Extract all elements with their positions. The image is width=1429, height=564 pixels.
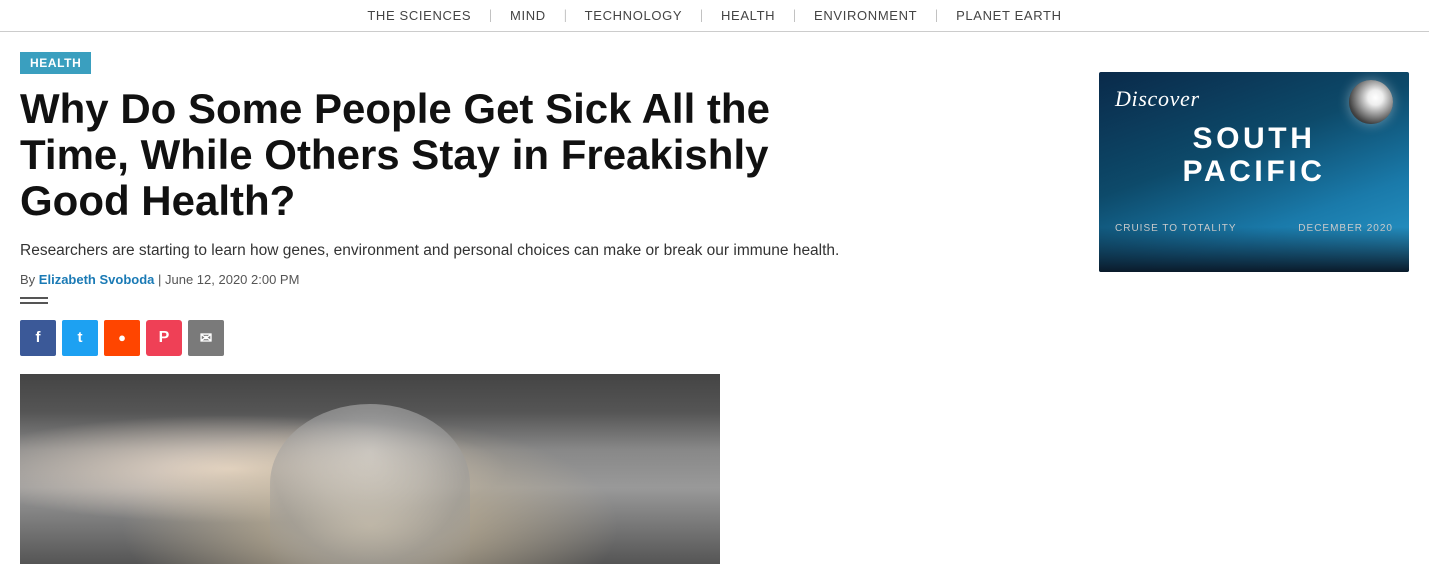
divider-lines bbox=[20, 297, 1069, 304]
divider-line-1 bbox=[20, 297, 48, 299]
ad-pacific-label: PACIFIC bbox=[1099, 155, 1409, 188]
category-badge[interactable]: HEALTH bbox=[20, 52, 91, 74]
nav-environment[interactable]: ENVIRONMENT bbox=[796, 8, 935, 23]
article-image bbox=[20, 374, 720, 564]
article-title: Why Do Some People Get Sick All the Time… bbox=[20, 86, 840, 225]
ad-island-graphic bbox=[1099, 227, 1409, 272]
twitter-icon: t bbox=[78, 329, 83, 346]
byline-sep: | bbox=[158, 272, 165, 287]
nav-technology[interactable]: TECHNOLOGY bbox=[567, 8, 701, 23]
email-icon: ✉ bbox=[200, 329, 213, 347]
ad-sidebar: Discover SOUTH PACIFIC CRUISE TO TOTALIT… bbox=[1099, 72, 1409, 564]
article-subtitle: Researchers are starting to learn how ge… bbox=[20, 239, 840, 262]
divider-line-2 bbox=[20, 302, 48, 304]
reddit-share-button[interactable]: ● bbox=[104, 320, 140, 356]
article-date: June 12, 2020 2:00 PM bbox=[165, 272, 299, 287]
email-share-button[interactable]: ✉ bbox=[188, 320, 224, 356]
ad-south-label: SOUTH bbox=[1099, 122, 1409, 155]
social-buttons: f t ● P ✉ bbox=[20, 320, 1069, 356]
byline-prefix: By bbox=[20, 272, 35, 287]
ad-south-pacific-text: SOUTH PACIFIC bbox=[1099, 122, 1409, 188]
pocket-icon: P bbox=[159, 329, 170, 347]
nav-the-sciences[interactable]: THE SCIENCES bbox=[349, 8, 489, 23]
article-section: HEALTH Why Do Some People Get Sick All t… bbox=[20, 52, 1069, 564]
twitter-share-button[interactable]: t bbox=[62, 320, 98, 356]
byline: By Elizabeth Svoboda | June 12, 2020 2:0… bbox=[20, 272, 1069, 287]
reddit-icon: ● bbox=[118, 330, 126, 345]
main-content: HEALTH Why Do Some People Get Sick All t… bbox=[0, 32, 1429, 564]
author-name[interactable]: Elizabeth Svoboda bbox=[39, 272, 155, 287]
facebook-share-button[interactable]: f bbox=[20, 320, 56, 356]
article-photo bbox=[20, 374, 720, 564]
pocket-save-button[interactable]: P bbox=[146, 320, 182, 356]
ad-discover-south-pacific[interactable]: Discover SOUTH PACIFIC CRUISE TO TOTALIT… bbox=[1099, 72, 1409, 272]
ad-eclipse-icon bbox=[1349, 80, 1393, 124]
facebook-icon: f bbox=[36, 329, 41, 346]
top-navigation: THE SCIENCES | MIND | TECHNOLOGY | HEALT… bbox=[0, 0, 1429, 32]
nav-planet-earth[interactable]: PLANET EARTH bbox=[938, 8, 1080, 23]
nav-health[interactable]: HEALTH bbox=[703, 8, 793, 23]
ad-discover-label: Discover bbox=[1115, 86, 1200, 112]
nav-mind[interactable]: MIND bbox=[492, 8, 564, 23]
